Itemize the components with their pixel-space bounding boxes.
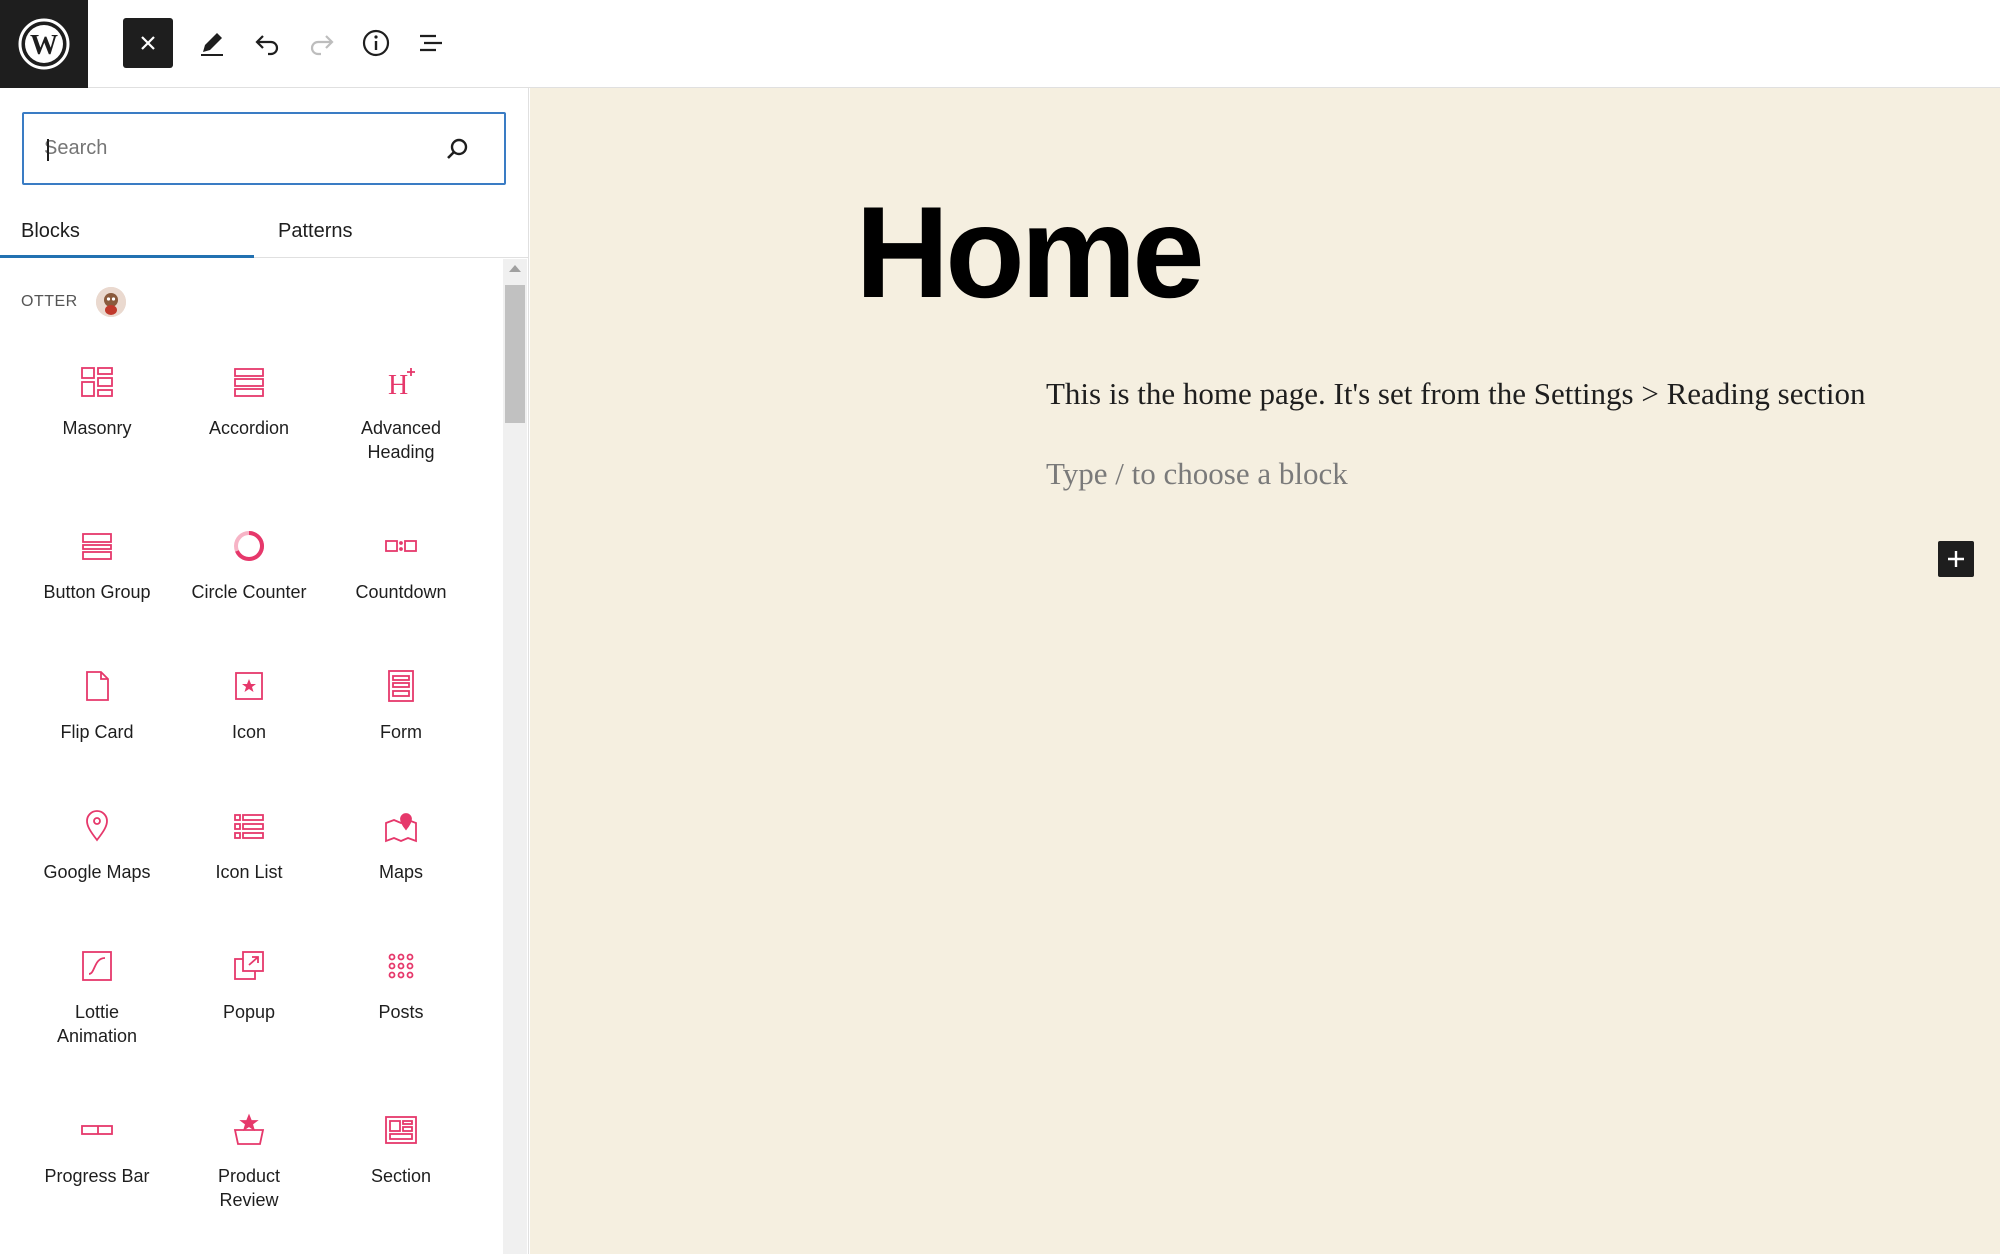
block-icon-list[interactable]: Icon List xyxy=(173,806,325,884)
accordion-icon xyxy=(229,362,269,402)
block-form[interactable]: Form xyxy=(325,666,477,744)
otter-avatar-icon xyxy=(95,287,126,317)
paragraph-block[interactable]: This is the home page. It's set from the… xyxy=(1046,376,1865,412)
search-field[interactable] xyxy=(22,112,506,185)
block-label: Google Maps xyxy=(43,862,151,882)
undo-icon xyxy=(255,35,279,56)
posts-icon xyxy=(381,946,421,986)
flip-card-icon xyxy=(77,666,117,706)
icon-block-icon xyxy=(229,666,269,706)
masonry-icon xyxy=(77,362,117,402)
search-icon[interactable] xyxy=(444,136,470,162)
circle-counter-icon xyxy=(229,526,269,566)
maps-icon xyxy=(381,806,421,846)
details-button[interactable] xyxy=(351,18,401,68)
product-review-icon xyxy=(229,1110,269,1150)
active-tab-indicator xyxy=(0,255,254,258)
countdown-icon xyxy=(381,526,421,566)
tab-blocks-label: Blocks xyxy=(21,219,80,242)
empty-block-placeholder[interactable]: Type / to choose a block xyxy=(1046,456,1348,492)
block-label: Icon xyxy=(231,722,267,742)
svg-text:W: W xyxy=(30,30,58,61)
block-label: Flip Card xyxy=(60,722,134,742)
block-flip-card[interactable]: Flip Card xyxy=(21,666,173,744)
undo-button[interactable] xyxy=(242,18,292,68)
button-group-icon xyxy=(77,526,117,566)
redo-button[interactable] xyxy=(297,18,347,68)
block-list: OTTER Masonry Accordion H Advanced Headi… xyxy=(0,259,503,1254)
block-masonry[interactable]: Masonry xyxy=(21,362,173,440)
block-inserter-panel: Blocks Patterns OTTER xyxy=(0,88,529,1254)
block-circle-counter[interactable]: Circle Counter xyxy=(173,526,325,604)
tab-patterns-label: Patterns xyxy=(278,219,353,242)
form-icon xyxy=(381,666,421,706)
block-section[interactable]: Section xyxy=(325,1110,477,1188)
block-label: Posts xyxy=(378,1002,424,1022)
block-list-scrollbar[interactable] xyxy=(503,259,527,1254)
wordpress-logo-icon: W xyxy=(18,18,70,70)
block-button-group[interactable]: Button Group xyxy=(21,526,173,604)
wordpress-logo-button[interactable]: W xyxy=(0,0,88,88)
category-label: OTTER xyxy=(21,293,78,310)
block-maps[interactable]: Maps xyxy=(325,806,477,884)
tab-blocks[interactable]: Blocks xyxy=(21,204,80,258)
scroll-up-arrow-icon[interactable] xyxy=(509,265,521,272)
tab-patterns[interactable]: Patterns xyxy=(278,204,352,258)
close-inserter-button[interactable] xyxy=(123,18,173,68)
block-label: Product Review xyxy=(217,1166,281,1210)
block-icon[interactable]: Icon xyxy=(173,666,325,744)
page-title[interactable]: Home xyxy=(528,177,1528,327)
text-caret xyxy=(47,139,49,161)
plus-icon xyxy=(1948,551,1964,567)
popup-icon xyxy=(229,946,269,986)
lottie-animation-icon xyxy=(77,946,117,986)
block-label: Section xyxy=(370,1166,432,1186)
block-label: Circle Counter xyxy=(191,582,307,602)
add-block-button[interactable] xyxy=(1938,541,1974,577)
icon-list-icon xyxy=(229,806,269,846)
block-label: Advanced Heading xyxy=(360,418,442,462)
svg-text:H: H xyxy=(388,370,408,399)
block-countdown[interactable]: Countdown xyxy=(325,526,477,604)
block-label: Countdown xyxy=(355,582,447,602)
block-posts[interactable]: Posts xyxy=(325,946,477,1024)
advanced-heading-icon: H xyxy=(381,362,421,402)
block-google-maps[interactable]: Google Maps xyxy=(21,806,173,884)
search-input[interactable] xyxy=(44,114,424,183)
block-label: Masonry xyxy=(62,418,132,438)
info-icon xyxy=(362,29,390,57)
block-product-review[interactable]: Product Review xyxy=(173,1110,325,1212)
close-icon xyxy=(141,36,155,50)
block-progress-bar[interactable]: Progress Bar xyxy=(21,1110,173,1188)
block-category-header: OTTER xyxy=(21,287,126,317)
google-maps-icon xyxy=(77,806,117,846)
block-label: Form xyxy=(380,722,422,742)
block-label: Accordion xyxy=(208,418,290,438)
editor-canvas[interactable]: Home This is the home page. It's set fro… xyxy=(530,88,2000,1254)
section-icon xyxy=(381,1110,421,1150)
block-advanced-heading[interactable]: H Advanced Heading xyxy=(325,362,477,464)
scrollbar-thumb[interactable] xyxy=(505,285,525,423)
block-label: Lottie Animation xyxy=(56,1002,138,1046)
block-label: Progress Bar xyxy=(44,1166,150,1186)
pencil-icon xyxy=(201,33,223,56)
editor-toolbar: W xyxy=(0,0,2000,88)
progress-bar-icon xyxy=(77,1110,117,1150)
list-view-icon xyxy=(420,34,442,52)
block-label: Button Group xyxy=(43,582,151,602)
block-label: Icon List xyxy=(215,862,283,882)
block-label: Popup xyxy=(222,1002,276,1022)
block-lottie-animation[interactable]: Lottie Animation xyxy=(21,946,173,1048)
block-popup[interactable]: Popup xyxy=(173,946,325,1024)
block-label: Maps xyxy=(378,862,423,882)
redo-icon xyxy=(310,35,334,56)
block-accordion[interactable]: Accordion xyxy=(173,362,325,440)
list-view-button[interactable] xyxy=(406,18,456,68)
tools-button[interactable] xyxy=(187,18,237,68)
